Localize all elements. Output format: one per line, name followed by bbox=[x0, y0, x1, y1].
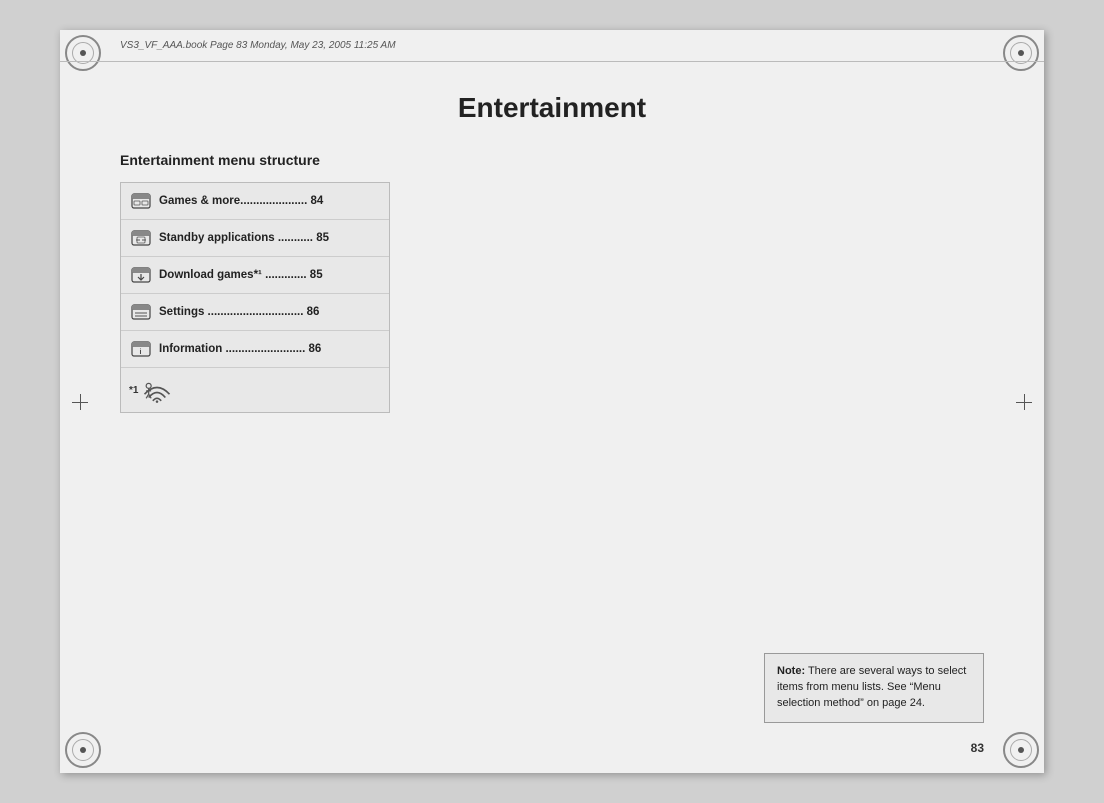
wireless-icon bbox=[142, 377, 172, 403]
footnote-row: *1 bbox=[121, 368, 389, 412]
top-bar: VS3_VF_AAA.book Page 83 Monday, May 23, … bbox=[60, 30, 1044, 62]
page-number: 83 bbox=[971, 741, 984, 755]
download-icon bbox=[129, 263, 153, 287]
menu-row-info: i Information ......................... … bbox=[121, 331, 389, 368]
info-icon: i bbox=[129, 337, 153, 361]
menu-row-download: Download games*¹ ............. 85 bbox=[121, 257, 389, 294]
menu-text-settings: Settings .............................. … bbox=[159, 306, 381, 318]
menu-row-settings: Settings .............................. … bbox=[121, 294, 389, 331]
note-text: There are several ways to select items f… bbox=[777, 665, 966, 709]
note-label: Note: bbox=[777, 665, 805, 677]
note-box: Note: There are several ways to select i… bbox=[764, 653, 984, 723]
footnote-superscript: *1 bbox=[129, 385, 138, 396]
menu-row-games: Games & more..................... 84 bbox=[121, 183, 389, 220]
menu-text-games: Games & more..................... 84 bbox=[159, 195, 381, 207]
page-title: Entertainment bbox=[120, 92, 984, 124]
menu-text-standby: Standby applications ........... 85 bbox=[159, 232, 381, 244]
menu-table: Games & more..................... 84 Sta… bbox=[120, 182, 390, 413]
section-heading: Entertainment menu structure bbox=[120, 152, 984, 168]
standby-icon bbox=[129, 226, 153, 250]
top-bar-text: VS3_VF_AAA.book Page 83 Monday, May 23, … bbox=[120, 40, 396, 51]
menu-text-download: Download games*¹ ............. 85 bbox=[159, 269, 381, 281]
games-icon bbox=[129, 189, 153, 213]
svg-text:i: i bbox=[140, 349, 142, 356]
page: VS3_VF_AAA.book Page 83 Monday, May 23, … bbox=[60, 30, 1044, 773]
menu-row-standby: Standby applications ........... 85 bbox=[121, 220, 389, 257]
menu-text-info: Information ......................... 86 bbox=[159, 343, 381, 355]
content-area: Entertainment Entertainment menu structu… bbox=[60, 62, 1044, 773]
settings-icon bbox=[129, 300, 153, 324]
